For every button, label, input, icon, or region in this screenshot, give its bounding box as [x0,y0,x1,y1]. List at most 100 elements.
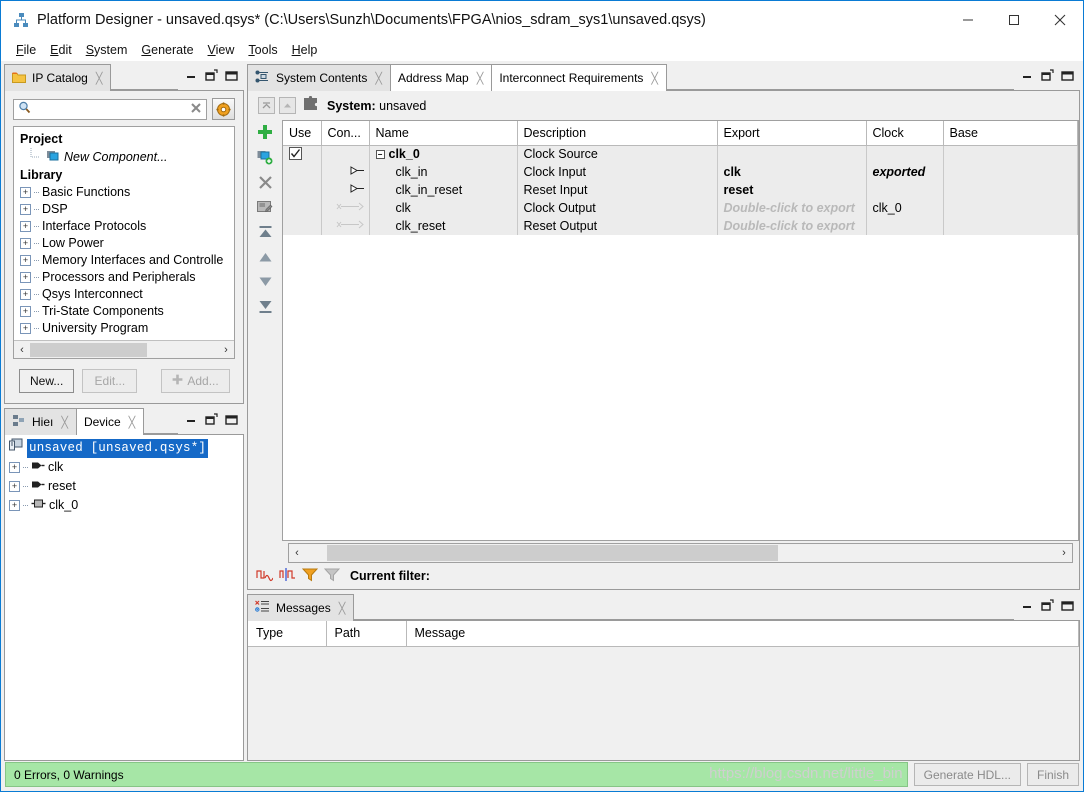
row-base-cell[interactable] [943,181,1078,199]
scroll-thumb[interactable] [30,343,147,357]
add-button[interactable]: Add... [161,369,229,393]
hierarchy-node-clk[interactable]: + clk [9,458,243,477]
row-connection-cell[interactable] [321,163,369,181]
row-clock-cell[interactable]: exported [866,163,943,181]
row-name-cell[interactable]: clk_in_reset [369,181,517,199]
minimize-panel-icon[interactable] [1020,68,1034,82]
expand-icon[interactable]: + [20,204,31,215]
tab-system-contents[interactable]: System Contents ╳ [247,64,391,91]
scroll-right-icon[interactable]: › [218,344,234,356]
expand-icon[interactable]: + [20,187,31,198]
row-clock-cell[interactable] [866,217,943,235]
column-header-name[interactable]: Name [369,121,517,145]
scroll-left-icon[interactable]: ‹ [289,547,305,559]
row-name-cell[interactable]: clk_in [369,163,517,181]
tab-ip-catalog[interactable]: IP Catalog ╳ [4,64,111,91]
row-export-cell[interactable]: reset [717,181,866,199]
float-panel-icon[interactable] [204,412,218,426]
maximize-panel-icon[interactable] [1060,68,1074,82]
maximize-panel-icon[interactable] [224,68,238,82]
expand-icon[interactable]: + [9,481,20,492]
collapse-icon[interactable]: − [376,150,385,159]
table-row[interactable]: clk_in Clock Input clk exported [283,163,1078,181]
add-component-icon[interactable] [256,148,274,166]
close-tab-icon[interactable]: ╳ [477,72,484,85]
move-top-icon[interactable] [256,223,274,241]
row-base-cell[interactable] [943,199,1078,217]
maximize-panel-icon[interactable] [1060,598,1074,612]
close-tab-icon[interactable]: ╳ [651,72,658,85]
float-panel-icon[interactable] [1040,68,1054,82]
float-panel-icon[interactable] [204,68,218,82]
tree-item-interface-protocols[interactable]: + Interface Protocols [20,218,234,235]
tree-item-qsys-interconnect[interactable]: + Qsys Interconnect [20,286,234,303]
column-header-base[interactable]: Base [943,121,1078,145]
row-name-cell[interactable]: clk_reset [369,217,517,235]
menu-tools[interactable]: Tools [241,41,284,59]
row-connection-cell[interactable] [321,199,369,217]
row-base-cell[interactable] [943,163,1078,181]
minimize-panel-icon[interactable] [1020,598,1034,612]
row-connection-cell[interactable] [321,217,369,235]
minimize-panel-icon[interactable] [184,412,198,426]
scroll-thumb[interactable] [327,545,778,561]
expand-icon[interactable]: + [9,500,20,511]
new-button[interactable]: New... [19,369,74,393]
maximize-icon[interactable] [991,1,1037,39]
go-up-icon[interactable] [279,97,296,114]
ip-catalog-tree[interactable]: Project [13,126,235,359]
tab-device[interactable]: Device ╳ [76,408,144,435]
menu-help[interactable]: Help [285,41,325,59]
row-connection-cell[interactable] [321,145,369,163]
tree-new-component[interactable]: New Component... [20,148,234,166]
tree-item-university-program[interactable]: + University Program [20,320,234,337]
row-clock-cell[interactable] [866,181,943,199]
system-contents-hscrollbar[interactable]: ‹ › [288,543,1073,563]
tree-item-tri-state-components[interactable]: + Tri-State Components [20,303,234,320]
column-header-clock[interactable]: Clock [866,121,943,145]
close-tab-icon[interactable]: ╳ [375,72,382,85]
close-tab-icon[interactable]: ╳ [339,602,346,615]
close-tab-icon[interactable]: ╳ [129,416,136,429]
scroll-right-icon[interactable]: › [1056,547,1072,559]
row-name-cell[interactable]: − clk_0 [369,145,517,163]
scroll-left-icon[interactable]: ‹ [14,344,30,356]
column-header-use[interactable]: Use [283,121,321,145]
minimize-panel-icon[interactable] [184,68,198,82]
scroll-track[interactable] [30,343,218,357]
search-input[interactable] [13,99,207,120]
minimize-icon[interactable] [945,1,991,39]
column-header-path[interactable]: Path [326,621,406,646]
row-base-cell[interactable] [943,145,1078,163]
edit-button[interactable]: Edit... [82,369,137,393]
table-row[interactable]: − clk_0 Clock Source [283,145,1078,163]
tab-hierarchy[interactable]: Hieı ╳ [4,408,77,435]
expand-icon[interactable]: + [20,255,31,266]
edit-icon[interactable] [256,198,274,216]
generate-hdl-button[interactable]: Generate HDL... [914,763,1021,786]
tree-item-low-power[interactable]: + Low Power [20,235,234,252]
expand-icon[interactable]: + [20,323,31,334]
tab-messages[interactable]: 0 Messages ╳ [247,594,354,621]
filter-active-icon[interactable] [302,567,318,585]
grid-empty-area[interactable] [283,235,1078,540]
row-clock-cell[interactable] [866,145,943,163]
gear-icon[interactable] [212,98,235,120]
row-export-cell[interactable]: Double-click to export [717,217,866,235]
menu-edit[interactable]: Edit [43,41,79,59]
row-export-cell[interactable]: clk [717,163,866,181]
row-export-cell[interactable]: Double-click to export [717,199,866,217]
tree-item-dsp[interactable]: + DSP [20,201,234,218]
move-bottom-icon[interactable] [256,298,274,316]
go-to-top-icon[interactable] [258,97,275,114]
tab-address-map[interactable]: Address Map ╳ [390,64,492,91]
tree-item-processors-peripherals[interactable]: + Processors and Peripherals [20,269,234,286]
expand-icon[interactable]: + [20,306,31,317]
hierarchy-root-row[interactable]: unsaved [unsaved.qsys*] [9,438,243,458]
expand-icon[interactable]: + [20,289,31,300]
row-export-cell[interactable] [717,145,866,163]
column-header-connections[interactable]: Con... [321,121,369,145]
menu-system[interactable]: System [79,41,135,59]
column-header-export[interactable]: Export [717,121,866,145]
add-icon[interactable] [256,123,274,141]
